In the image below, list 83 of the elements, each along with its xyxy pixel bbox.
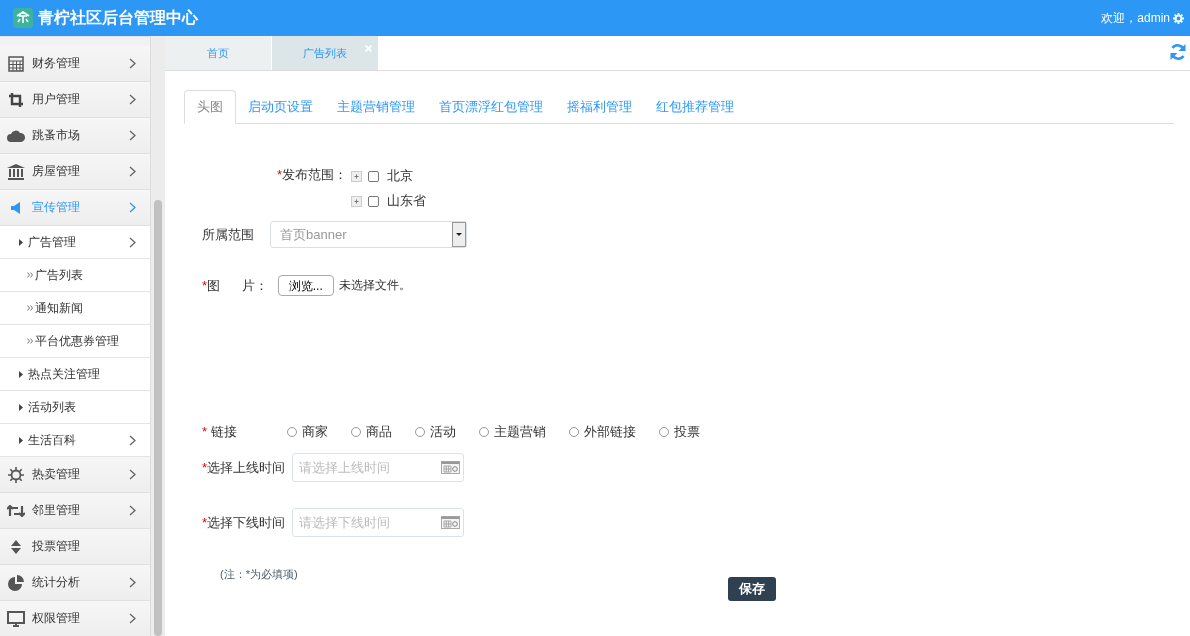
chevron-right-icon — [129, 130, 136, 141]
sidebar-item[interactable]: 用户管理 — [0, 82, 150, 118]
browse-button[interactable]: 浏览... — [277, 275, 334, 296]
option-label: 北京 — [387, 167, 414, 185]
checkbox[interactable] — [368, 195, 380, 207]
sidebar-item[interactable]: 邻里管理 — [0, 493, 150, 529]
calendar-icon[interactable] — [441, 461, 460, 474]
field-label: *选择上线时间 — [202, 458, 287, 477]
chevron-right-icon — [129, 166, 136, 177]
expand-icon[interactable] — [351, 170, 363, 182]
sidebar-subitem[interactable]: 广告列表 — [0, 259, 150, 292]
sidebar-subitem[interactable]: 热点关注管理 — [0, 358, 150, 391]
monitor-icon — [7, 610, 25, 627]
field-label: *选择下线时间 — [202, 513, 287, 532]
date-field[interactable]: 请选择下线时间 — [292, 508, 464, 537]
cloud-icon — [7, 129, 25, 142]
radio-button[interactable] — [569, 427, 579, 437]
chevron-right-icon — [129, 613, 136, 624]
sidebar-subitem[interactable]: 活动列表 — [0, 391, 150, 424]
sidebar-subitem[interactable]: 广告管理 — [0, 226, 150, 259]
radio-button[interactable] — [479, 427, 489, 437]
triangle-right-icon — [19, 403, 23, 411]
sidebar-subitem[interactable]: 通知新闻 — [0, 292, 150, 325]
crop-icon — [8, 91, 24, 108]
calculator-icon — [8, 55, 24, 72]
sidebar-item[interactable]: 跳蚤市场 — [0, 118, 150, 154]
radio-button[interactable] — [415, 427, 425, 437]
chevron-right-icon — [129, 58, 136, 69]
sidebar-item[interactable]: 统计分析 — [0, 565, 150, 601]
option-label: 主题营销 — [494, 423, 546, 441]
option-label: 投票 — [674, 423, 700, 441]
retweet-icon — [7, 504, 25, 517]
radio-button[interactable] — [351, 427, 361, 437]
triangle-right-icon — [19, 238, 23, 246]
option-label: 活动 — [430, 423, 456, 441]
file-status: 未选择文件。 — [338, 277, 411, 294]
note-text: (注：*为必填项) — [220, 567, 299, 582]
sidebar-subitem[interactable]: 平台优惠券管理 — [0, 325, 150, 358]
radio-button[interactable] — [659, 427, 669, 437]
chevron-right-icon — [129, 434, 136, 446]
sidebar-item[interactable]: 热卖管理 — [0, 457, 150, 493]
sidebar-item[interactable]: 财务管理 — [0, 46, 150, 82]
scrollbar-thumb[interactable] — [154, 200, 162, 636]
expand-icon[interactable] — [351, 195, 363, 207]
double-chevron-icon — [27, 338, 33, 344]
sidebar-subitem[interactable]: 生活百科 — [0, 424, 150, 457]
bank-icon — [7, 163, 25, 180]
triangle-right-icon — [19, 436, 23, 444]
field-label: *图 片： — [202, 276, 268, 295]
speaker-icon — [11, 201, 21, 214]
chevron-right-icon — [129, 236, 136, 248]
option-label: 商品 — [366, 423, 392, 441]
checkbox[interactable] — [368, 170, 380, 182]
field-label: * 链接 — [202, 423, 238, 441]
chevron-right-icon — [129, 505, 136, 516]
settings-icon[interactable] — [1173, 12, 1184, 24]
sidebar-item[interactable]: 权限管理 — [0, 601, 150, 636]
date-field[interactable]: 请选择上线时间 — [292, 453, 464, 482]
gear-icon — [8, 466, 24, 483]
logo-icon — [13, 8, 33, 28]
field-label: *发布范围： — [277, 166, 348, 184]
pie-chart-icon — [8, 574, 24, 591]
welcome-text: 欢迎，admin — [1101, 9, 1170, 27]
app-title: 青柠社区后台管理中心 — [38, 7, 198, 28]
sidebar-item[interactable]: 房屋管理 — [0, 154, 150, 190]
calendar-icon[interactable] — [441, 516, 460, 529]
chevron-right-icon — [129, 469, 136, 480]
option-label: 山东省 — [387, 192, 427, 210]
triangle-right-icon — [19, 370, 23, 378]
section-tab[interactable]: 头图 — [184, 90, 236, 124]
save-button[interactable]: 保存 — [728, 577, 776, 601]
option-label: 商家 — [302, 423, 328, 441]
refresh-icon[interactable] — [1169, 43, 1187, 61]
sort-icon — [11, 539, 21, 554]
chevron-right-icon — [129, 94, 136, 105]
sidebar-item[interactable]: 投票管理 — [0, 529, 150, 565]
double-chevron-icon — [27, 305, 33, 311]
double-chevron-icon — [27, 272, 33, 278]
chevron-right-icon — [129, 202, 136, 213]
field-label: 所属范围 — [202, 225, 255, 244]
chevron-right-icon — [129, 577, 136, 588]
option-label: 外部链接 — [584, 423, 636, 441]
radio-button[interactable] — [287, 427, 297, 437]
